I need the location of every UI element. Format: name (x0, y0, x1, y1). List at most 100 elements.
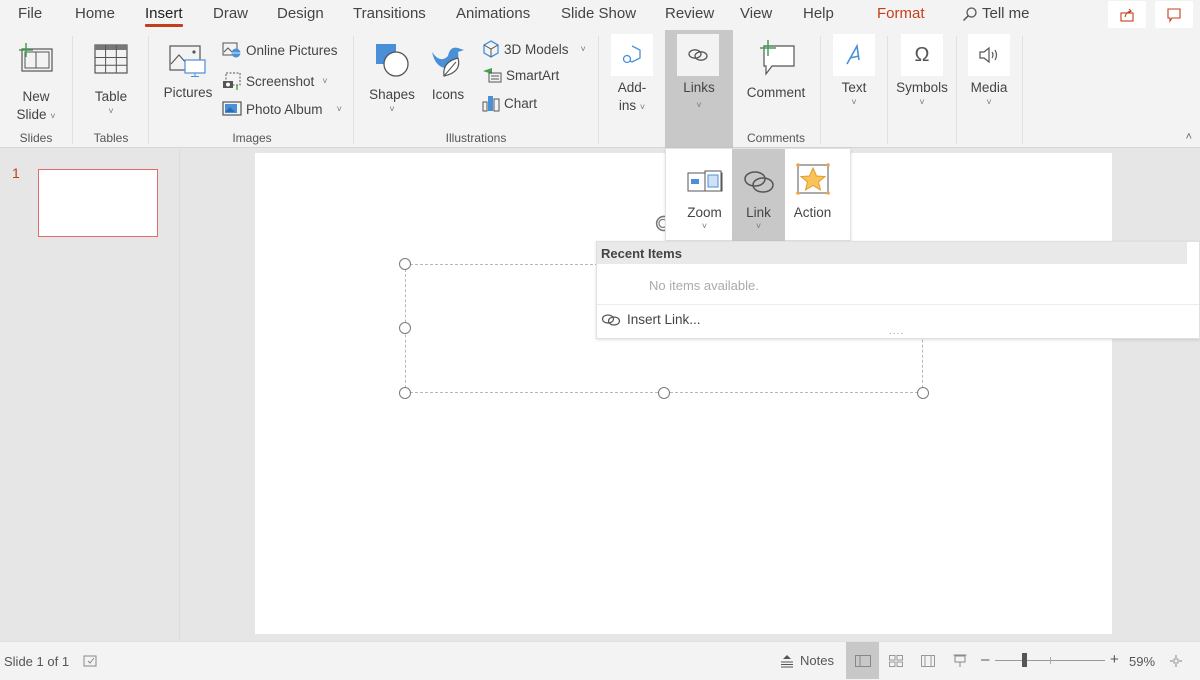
caret-icon: ˅ (50, 111, 56, 121)
reading-view-icon (921, 654, 935, 667)
3d-models-label: 3D Models (504, 41, 569, 57)
addins-label-2: ins ˅ (610, 97, 654, 116)
tab-review[interactable]: Review (665, 5, 714, 22)
reading-view-button[interactable] (916, 642, 940, 679)
caret-icon: ˅ (322, 76, 328, 86)
group-separator (148, 36, 149, 144)
zoom-in-button[interactable]: + (1110, 651, 1119, 668)
zoom-out-button[interactable]: – (981, 651, 989, 668)
tab-file[interactable]: File (18, 5, 42, 22)
omega-icon: Ω (914, 43, 930, 66)
zoom-label: Zoom (687, 205, 722, 220)
addins-label-2-text: ins (618, 98, 637, 113)
icons-button[interactable]: Icons (426, 40, 470, 104)
group-label-tables: Tables (93, 131, 129, 145)
addins-button[interactable]: Add- ins ˅ (610, 34, 654, 116)
slide-thumbnail[interactable] (38, 169, 158, 237)
speaker-icon (979, 46, 998, 64)
symbols-button[interactable]: Ω Symbols ˅ (894, 34, 950, 107)
slide-thumbnail-pane: 1 (0, 149, 180, 640)
tab-animations[interactable]: Animations (456, 5, 530, 22)
new-slide-button[interactable]: New Slide ˅ (12, 40, 60, 125)
notes-icon (781, 654, 794, 667)
normal-view-button[interactable] (846, 642, 879, 679)
share-button[interactable] (1108, 1, 1146, 28)
text-button[interactable]: Text ˅ (832, 34, 876, 107)
tab-format[interactable]: Format (877, 5, 925, 22)
tab-transitions[interactable]: Transitions (353, 5, 426, 22)
tab-help[interactable]: Help (803, 5, 834, 22)
spell-check-button[interactable] (80, 642, 100, 679)
shapes-icon (376, 44, 409, 77)
screenshot-button[interactable]: Screenshot ˅ (222, 72, 328, 90)
zoom-slider-thumb[interactable] (1022, 653, 1028, 667)
link-icon (688, 49, 708, 61)
slide-show-button[interactable] (948, 642, 972, 679)
link-menu-item[interactable]: Link ˅ (732, 149, 785, 242)
shapes-button[interactable]: Shapes ˅ (368, 40, 416, 114)
caret-icon: ˅ (986, 97, 992, 107)
resize-grip[interactable]: .... (889, 326, 904, 337)
3d-models-button[interactable]: 3D Models ˅ (482, 40, 586, 58)
notes-button[interactable]: Notes (776, 642, 838, 679)
icons-icon (432, 47, 464, 77)
photo-album-button[interactable]: Photo Album ˅ (222, 101, 342, 117)
fit-to-window-button[interactable] (1166, 642, 1186, 679)
tab-insert[interactable]: Insert (145, 5, 183, 27)
group-separator (887, 36, 888, 144)
photo-album-label: Photo Album (246, 101, 323, 117)
recent-links-panel: Recent Items No items available. Insert … (596, 241, 1200, 339)
slide-sorter-button[interactable] (884, 642, 908, 679)
tab-view[interactable]: View (740, 5, 772, 22)
caret-icon: ˅ (696, 100, 702, 110)
status-bar: Slide 1 of 1 Notes – + 59% (0, 641, 1200, 680)
zoom-icon (687, 170, 722, 192)
collapse-ribbon-button[interactable]: ˄ (1186, 131, 1192, 143)
resize-handle[interactable] (399, 322, 411, 334)
divider (597, 304, 1199, 305)
online-pictures-button[interactable]: Online Pictures (222, 42, 338, 58)
caret-icon: ˅ (701, 221, 708, 231)
table-label: Table (94, 89, 128, 104)
resize-handle[interactable] (658, 387, 670, 399)
pictures-button[interactable]: Pictures (161, 42, 215, 102)
thumbnail-number: 1 (12, 165, 20, 181)
no-items-text: No items available. (649, 278, 759, 293)
tell-me-label: Tell me (982, 5, 1030, 22)
zoom-level[interactable]: 59% (1129, 654, 1155, 669)
tell-me-search[interactable]: Tell me (962, 5, 1030, 22)
chart-button[interactable]: Chart (482, 94, 537, 112)
online-pictures-icon (222, 42, 241, 58)
group-separator (956, 36, 957, 144)
normal-view-icon (854, 654, 871, 667)
online-pictures-label: Online Pictures (246, 42, 338, 58)
links-button[interactable]: Links ˅ (665, 30, 733, 148)
comment-button[interactable]: Comment (744, 38, 808, 102)
tab-design[interactable]: Design (277, 5, 324, 22)
comments-button[interactable] (1155, 1, 1193, 28)
slide-show-icon (953, 654, 967, 667)
chart-label: Chart (504, 95, 538, 111)
group-label-comments: Comments (746, 131, 806, 145)
tab-home[interactable]: Home (75, 5, 115, 22)
tab-slide-show[interactable]: Slide Show (561, 5, 636, 22)
resize-handle[interactable] (399, 387, 411, 399)
group-label-images: Images (232, 131, 272, 145)
resize-handle[interactable] (399, 258, 411, 270)
media-button[interactable]: Media ˅ (966, 34, 1012, 107)
zoom-menu-item[interactable]: Zoom ˅ (678, 149, 731, 242)
smartart-button[interactable]: SmartArt (482, 67, 559, 83)
slide-sorter-icon (889, 654, 903, 667)
action-icon (795, 163, 830, 195)
comment-icon (760, 40, 795, 76)
table-button[interactable]: Table ˅ (88, 40, 134, 116)
tab-draw[interactable]: Draw (213, 5, 248, 22)
action-menu-item[interactable]: Action (786, 149, 839, 242)
new-slide-label-1: New (22, 89, 50, 104)
insert-link-menu-item[interactable]: Insert Link... (601, 312, 701, 327)
screenshot-label: Screenshot (246, 73, 315, 89)
resize-handle[interactable] (917, 387, 929, 399)
link-icon (601, 313, 621, 326)
pictures-label: Pictures (163, 85, 213, 100)
caret-icon: ˅ (919, 97, 925, 107)
